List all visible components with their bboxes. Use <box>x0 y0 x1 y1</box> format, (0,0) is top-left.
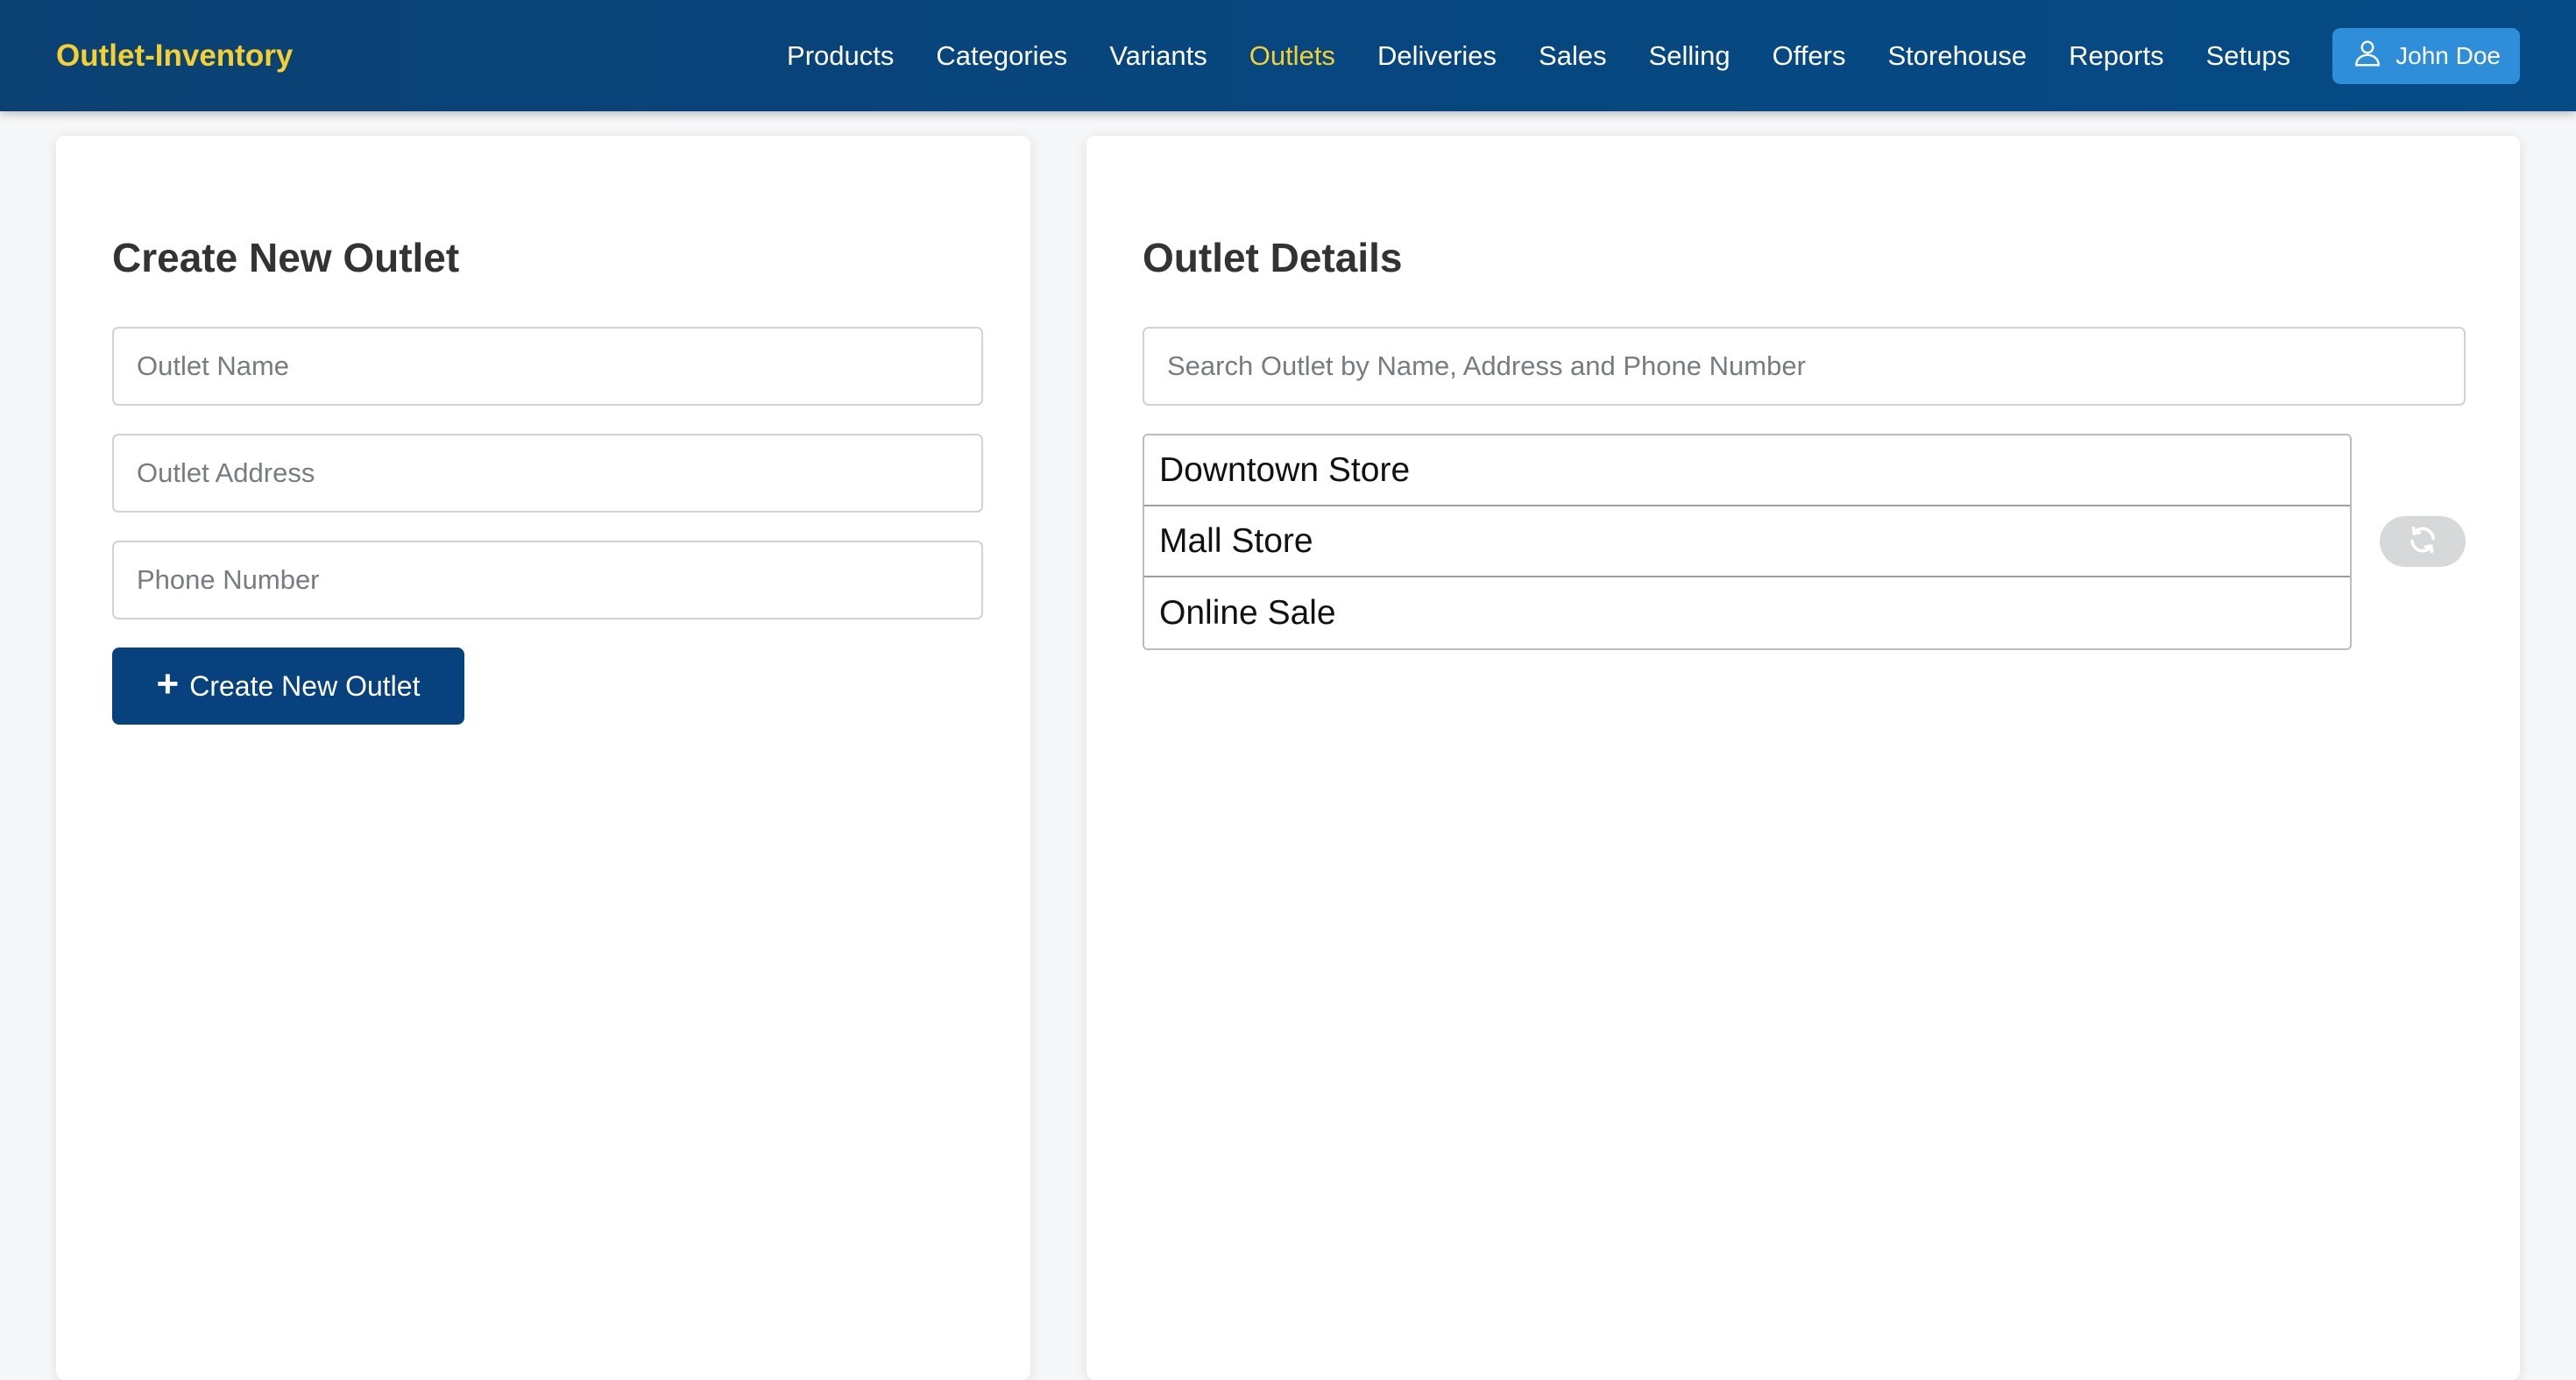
nav-link-sales[interactable]: Sales <box>1539 40 1607 72</box>
outlet-details-card: Outlet Details Downtown Store Mall Store… <box>1086 136 2520 1380</box>
nav-link-storehouse[interactable]: Storehouse <box>1888 40 2028 72</box>
create-outlet-button[interactable]: + Create New Outlet <box>112 648 464 725</box>
phone-number-input[interactable] <box>112 541 983 619</box>
refresh-icon <box>2407 524 2438 560</box>
user-name: John Doe <box>2396 41 2501 69</box>
outlet-name-input[interactable] <box>112 327 983 406</box>
plus-icon: + <box>156 662 180 705</box>
outlet-list-item[interactable]: Online Sale <box>1144 577 2350 648</box>
outlet-list-item[interactable]: Downtown Store <box>1144 435 2350 506</box>
user-menu-button[interactable]: John Doe <box>2332 27 2520 84</box>
nav-link-selling[interactable]: Selling <box>1649 40 1730 72</box>
create-outlet-button-label: Create New Outlet <box>189 669 421 702</box>
outlet-list-item[interactable]: Mall Store <box>1144 506 2350 577</box>
brand-logo-link[interactable]: Outlet-Inventory <box>56 0 293 111</box>
outlet-list: Downtown Store Mall Store Online Sale <box>1143 434 2352 650</box>
nav-link-setups[interactable]: Setups <box>2206 40 2291 72</box>
refresh-button[interactable] <box>2380 516 2466 567</box>
user-icon <box>2352 37 2383 74</box>
nav-link-reports[interactable]: Reports <box>2069 40 2164 72</box>
outlet-address-input[interactable] <box>112 434 983 513</box>
nav-link-categories[interactable]: Categories <box>936 40 1067 72</box>
top-navbar: Outlet-Inventory Products Categories Var… <box>0 0 2576 111</box>
nav-links: Products Categories Variants Outlets Del… <box>745 0 2576 111</box>
create-outlet-title: Create New Outlet <box>112 235 460 280</box>
nav-link-offers[interactable]: Offers <box>1773 40 1846 72</box>
nav-link-outlets[interactable]: Outlets <box>1249 40 1335 72</box>
nav-link-variants[interactable]: Variants <box>1109 40 1207 72</box>
outlet-search-input[interactable] <box>1143 327 2466 406</box>
nav-link-deliveries[interactable]: Deliveries <box>1377 40 1497 72</box>
nav-link-products[interactable]: Products <box>787 40 894 72</box>
outlet-details-title: Outlet Details <box>1143 235 1403 280</box>
create-outlet-card: Create New Outlet + Create New Outlet <box>56 136 1030 1380</box>
